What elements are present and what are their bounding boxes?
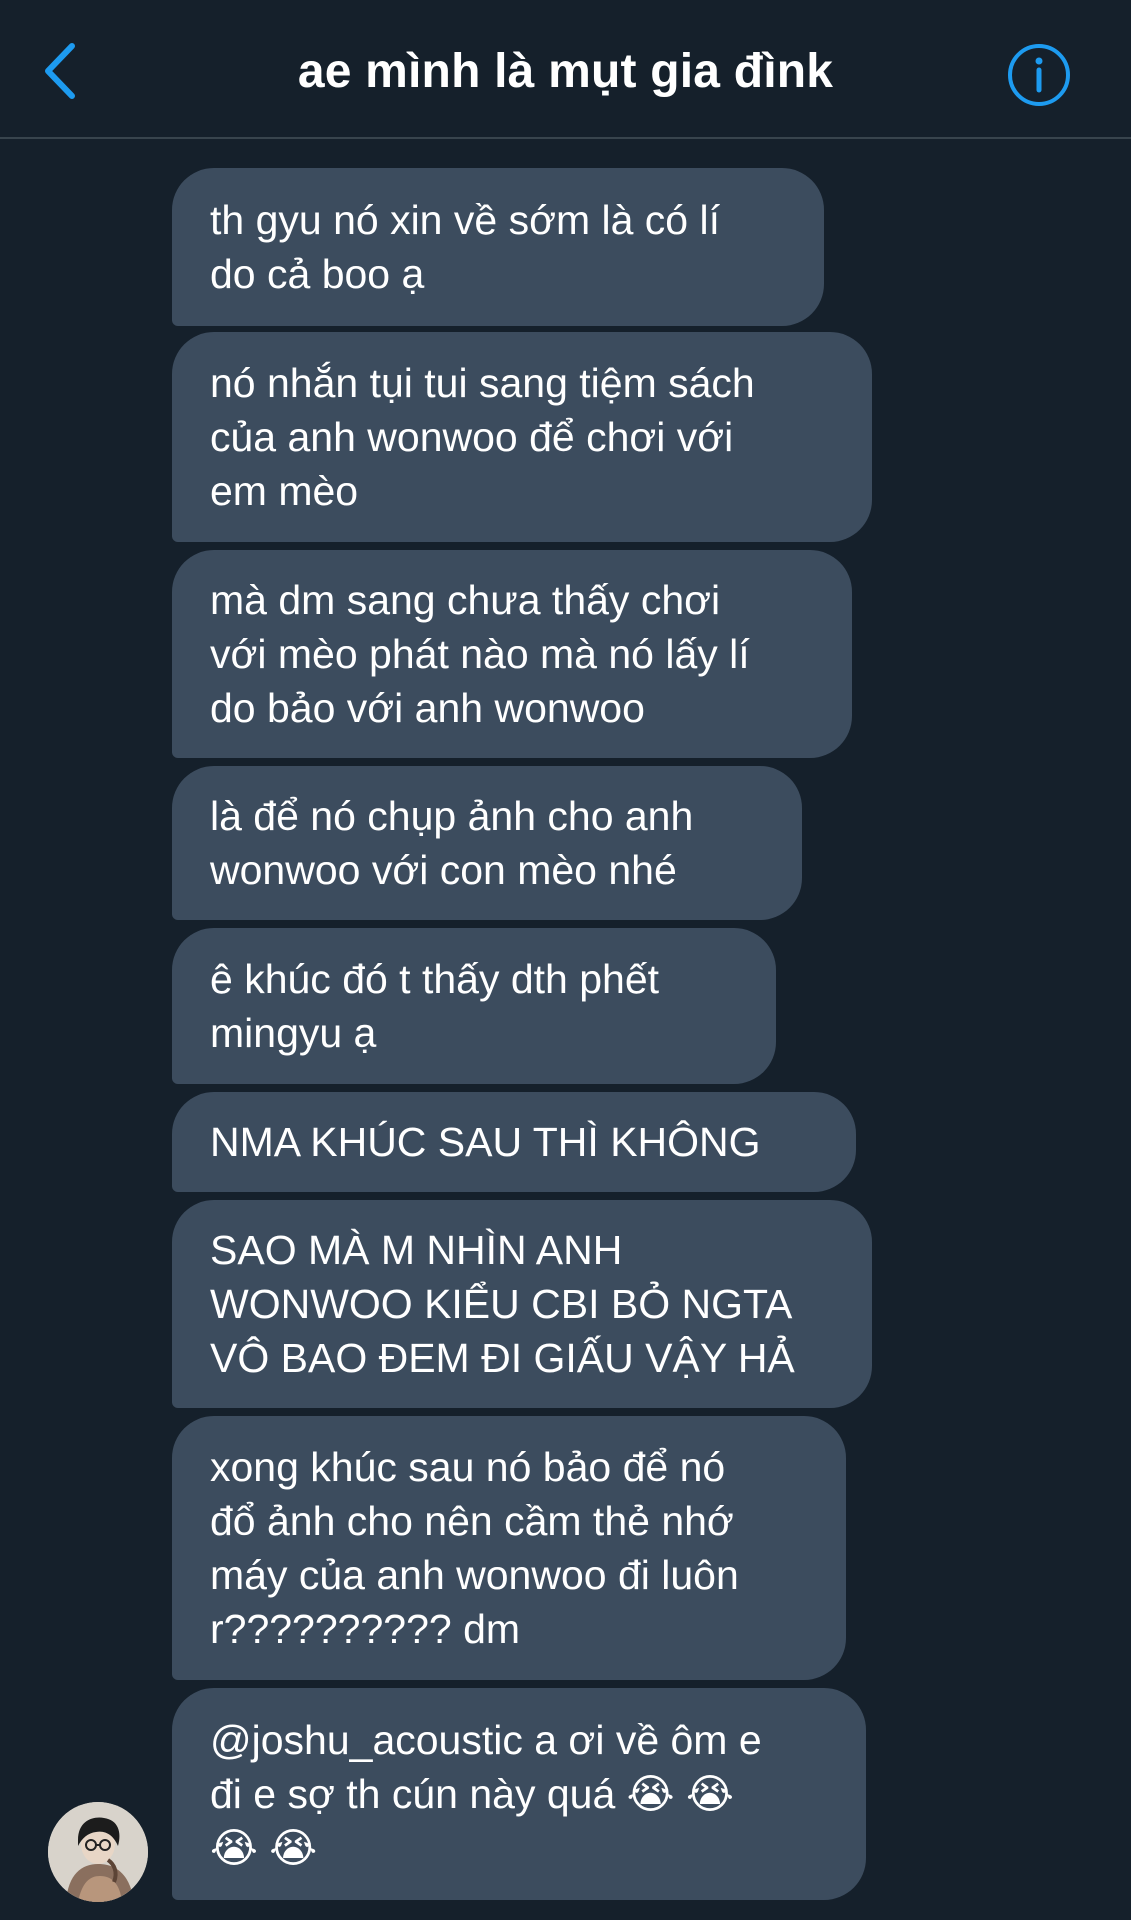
message-text: SAO MÀ M NHÌN ANH WONWOO KIỂU CBI BỎ NGT…	[210, 1227, 795, 1381]
message-text: ê khúc đó t thấy dth phết mingyu ạ	[210, 956, 660, 1056]
sender-avatar[interactable]	[48, 1802, 148, 1902]
avatar-image	[48, 1802, 148, 1902]
message-bubble[interactable]: SAO MÀ M NHÌN ANH WONWOO KIỂU CBI BỎ NGT…	[172, 1200, 872, 1408]
message-bubble[interactable]: mà dm sang chưa thấy chơi với mèo phát n…	[172, 550, 852, 758]
message-bubble[interactable]: ê khúc đó t thấy dth phết mingyu ạ	[172, 928, 776, 1084]
message-text: NMA KHÚC SAU THÌ KHÔNG	[210, 1119, 761, 1165]
message-bubble[interactable]: xong khúc sau nó bảo để nó đổ ảnh cho nê…	[172, 1416, 846, 1680]
message-text: mà dm sang chưa thấy chơi với mèo phát n…	[210, 577, 750, 731]
message-text: nó nhắn tụi tui sang tiệm sách của anh w…	[210, 360, 755, 514]
message-bubble[interactable]: th gyu nó xin về sớm là có lí do cả boo …	[172, 168, 824, 326]
message-bubble[interactable]: NMA KHÚC SAU THÌ KHÔNG	[172, 1092, 856, 1192]
message-text: @joshu_acoustic a ơi về ôm e đi e sợ th …	[210, 1717, 762, 1871]
message-bubble[interactable]: là để nó chụp ảnh cho anh wonwoo với con…	[172, 766, 802, 920]
message-thread: th gyu nó xin về sớm là có lí do cả boo …	[0, 0, 1131, 1920]
message-text: là để nó chụp ảnh cho anh wonwoo với con…	[210, 793, 694, 893]
message-text: xong khúc sau nó bảo để nó đổ ảnh cho nê…	[210, 1444, 739, 1652]
message-text: th gyu nó xin về sớm là có lí do cả boo …	[210, 197, 720, 297]
message-bubble[interactable]: nó nhắn tụi tui sang tiệm sách của anh w…	[172, 332, 872, 542]
message-bubble[interactable]: @joshu_acoustic a ơi về ôm e đi e sợ th …	[172, 1688, 866, 1900]
